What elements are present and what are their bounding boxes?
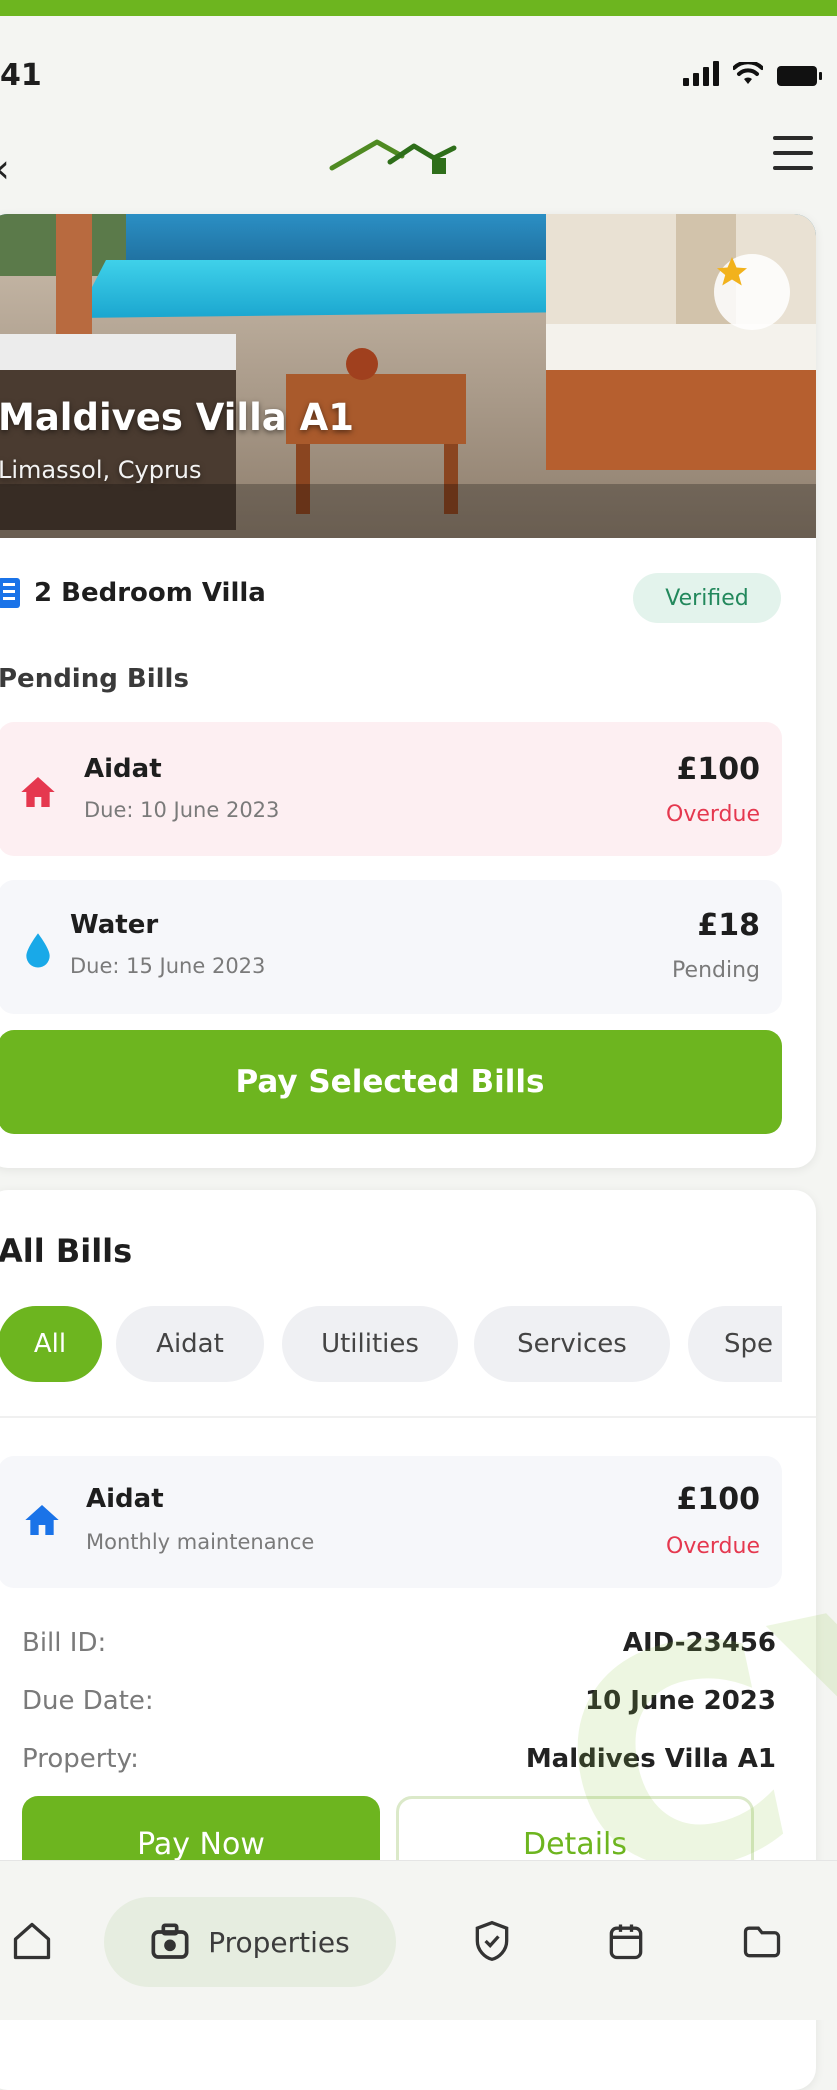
calendar-icon[interactable] (604, 1919, 648, 1963)
top-accent-bar (0, 0, 837, 16)
bill-title: Aidat (86, 1484, 164, 1514)
bill-amount: £18 (697, 908, 760, 943)
pending-bill-water[interactable]: Water Due: 15 June 2023 £18 Pending (0, 880, 782, 1014)
favorite-button[interactable] (714, 254, 790, 330)
bill-due-date: Due: 15 June 2023 (70, 954, 266, 978)
nav-properties-label: Properties (208, 1925, 350, 1959)
villa-photo (0, 214, 816, 538)
due-date-label: Due Date: (22, 1686, 154, 1716)
building-icon (0, 578, 20, 608)
bill-subtitle: Monthly maintenance (86, 1530, 315, 1554)
filter-chip-special[interactable]: Spe (688, 1306, 782, 1382)
app-header: ‹ (0, 116, 837, 226)
bill-id-label: Bill ID: (22, 1628, 107, 1658)
bill-id-value: AID-23456 (622, 1628, 776, 1658)
hamburger-menu-icon[interactable] (773, 136, 813, 170)
signal-icon (683, 60, 719, 86)
home-icon[interactable] (10, 1919, 54, 1963)
bill-status: Overdue (666, 1534, 760, 1559)
bill-due-date: Due: 10 June 2023 (84, 798, 280, 822)
back-arrow-icon[interactable]: ‹ (0, 146, 10, 192)
filter-chip-services[interactable]: Services (474, 1306, 670, 1382)
bill-amount: £100 (676, 752, 761, 787)
verified-badge: Verified (633, 573, 781, 623)
battery-icon (777, 66, 822, 86)
bill-filter-chips: All Aidat Utilities Services Spe (0, 1306, 782, 1386)
all-bills-title: All Bills (0, 1232, 133, 1270)
home-icon (25, 1505, 59, 1535)
divider (0, 1416, 816, 1418)
filter-chip-all[interactable]: All (0, 1306, 102, 1382)
wifi-icon (733, 62, 763, 84)
due-date-value: 10 June 2023 (585, 1686, 776, 1716)
property-card: Maldives Villa A1 Limassol, Cyprus 2 Bed… (0, 214, 816, 1168)
home-icon (21, 777, 55, 807)
bottom-navigation: Properties (0, 1860, 837, 2020)
pay-selected-bills-button[interactable]: Pay Selected Bills (0, 1030, 782, 1134)
property-type: 2 Bedroom Villa (0, 578, 266, 608)
bill-title: Water (70, 910, 159, 940)
shield-icon[interactable] (470, 1919, 514, 1963)
logo-house-icon (329, 139, 457, 174)
logo (322, 126, 462, 196)
property-name: Maldives Villa A1 (0, 396, 355, 439)
filter-chip-utilities[interactable]: Utilities (282, 1306, 458, 1382)
bill-title: Aidat (84, 754, 162, 784)
bill-status: Overdue (666, 802, 760, 827)
property-location: Limassol, Cyprus (0, 456, 202, 484)
pending-bill-aidat[interactable]: Aidat Due: 10 June 2023 £100 Overdue (0, 722, 782, 856)
properties-icon (151, 1923, 189, 1959)
filter-chip-aidat[interactable]: Aidat (116, 1306, 264, 1382)
status-time: 41 (0, 58, 42, 93)
star-icon (717, 257, 747, 286)
property-value: Maldives Villa A1 (525, 1744, 776, 1774)
bill-header-aidat[interactable]: Aidat Monthly maintenance £100 Overdue (0, 1456, 782, 1588)
property-type-label: 2 Bedroom Villa (34, 578, 266, 608)
water-drop-icon (26, 933, 50, 968)
bill-status: Pending (672, 958, 760, 983)
status-icons (683, 60, 822, 86)
property-hero-image: Maldives Villa A1 Limassol, Cyprus (0, 214, 816, 538)
status-bar: 41 (0, 16, 837, 116)
property-label: Property: (22, 1744, 139, 1774)
nav-properties-tab[interactable]: Properties (104, 1897, 396, 1987)
pending-bills-title: Pending Bills (0, 664, 189, 694)
folder-icon[interactable] (740, 1919, 784, 1963)
bill-amount: £100 (676, 1482, 761, 1517)
